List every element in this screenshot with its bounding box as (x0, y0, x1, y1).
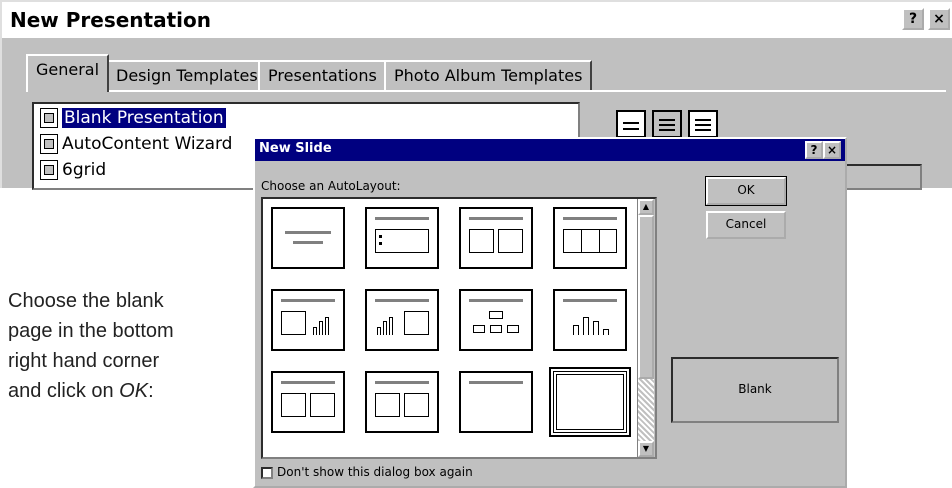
details-view-icon[interactable] (688, 110, 718, 138)
wizard-icon (40, 134, 58, 154)
tab-photo-album-templates[interactable]: Photo Album Templates (384, 60, 593, 90)
presentation-icon (40, 108, 58, 128)
checkbox-label: Don't show this dialog box again (277, 465, 473, 479)
choose-autolayout-label: Choose an AutoLayout: (261, 179, 401, 193)
layout-scrollbar[interactable]: ▲ ▼ (637, 199, 655, 457)
layout-title-only[interactable] (459, 371, 533, 433)
autolayout-grid[interactable]: ▲ ▼ (261, 197, 657, 459)
scroll-down-icon[interactable]: ▼ (638, 441, 654, 457)
window-titlebar: New Presentation ? × (2, 2, 952, 38)
ok-button[interactable]: OK (705, 176, 787, 206)
tab-panel-border (26, 90, 946, 92)
window-title: New Presentation (10, 8, 211, 32)
instruction-line: page in the bottom (8, 320, 174, 342)
layout-two-column-text[interactable] (459, 207, 533, 269)
dialog-titlebar: New Slide ? × (255, 139, 845, 161)
layout-chart-and-text[interactable] (365, 289, 439, 351)
large-icons-view-icon[interactable] (616, 110, 646, 138)
checkbox-icon[interactable] (261, 466, 273, 479)
template-icon (40, 160, 58, 180)
scroll-track[interactable] (638, 379, 654, 441)
instruction-line: right hand corner (8, 350, 160, 372)
tab-design-templates[interactable]: Design Templates (106, 60, 268, 90)
layout-text-and-clip-art[interactable] (271, 371, 345, 433)
instruction-text: Choose the blank page in the bottom righ… (8, 286, 238, 406)
list-item-label: 6grid (62, 160, 107, 180)
list-item[interactable]: Blank Presentation (40, 108, 226, 132)
instruction-ok-emphasis: OK (119, 380, 149, 402)
list-item[interactable]: 6grid (40, 160, 106, 184)
instruction-line: and click on OK: (8, 376, 238, 406)
instruction-line: Choose the blank (8, 290, 164, 312)
layout-clip-art-and-text[interactable] (365, 371, 439, 433)
list-view-icon[interactable] (652, 110, 682, 138)
new-slide-dialog: New Slide ? × Choose an AutoLayout: ▲ ▼ … (253, 137, 847, 488)
layout-name-box: Blank (671, 357, 839, 423)
instruction-suffix: : (148, 380, 154, 402)
dialog-help-button[interactable]: ? (805, 141, 823, 159)
layout-organization-chart[interactable] (459, 289, 533, 351)
scroll-thumb[interactable] (638, 215, 654, 379)
instruction-prefix: and click on (8, 380, 120, 402)
layout-title-slide[interactable] (271, 207, 345, 269)
tab-general[interactable]: General (26, 54, 110, 92)
cancel-button[interactable]: Cancel (706, 211, 786, 239)
layout-table[interactable] (553, 207, 627, 269)
layout-text-and-chart[interactable] (271, 289, 345, 351)
dialog-title: New Slide (259, 141, 332, 156)
list-item-label: AutoContent Wizard (62, 134, 233, 154)
list-item[interactable]: AutoContent Wizard (40, 134, 232, 158)
layout-blank[interactable] (549, 367, 631, 437)
scroll-up-icon[interactable]: ▲ (638, 199, 654, 215)
tab-presentations[interactable]: Presentations (258, 60, 387, 90)
dont-show-again-checkbox[interactable]: Don't show this dialog box again (261, 465, 473, 479)
layout-bulleted-list[interactable] (365, 207, 439, 269)
layout-chart[interactable] (553, 289, 627, 351)
close-button[interactable]: × (928, 8, 950, 30)
dialog-close-button[interactable]: × (823, 141, 841, 159)
list-item-label: Blank Presentation (62, 108, 226, 128)
help-button[interactable]: ? (902, 8, 924, 30)
